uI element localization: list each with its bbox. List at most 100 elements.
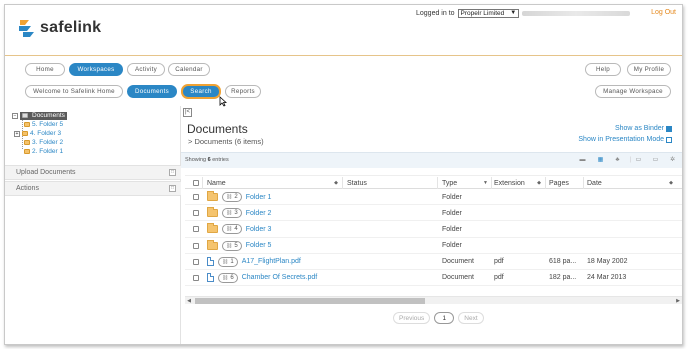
row-checkbox[interactable] xyxy=(193,270,199,286)
tree-item-folder-5[interactable]: 5. Folder 5 xyxy=(12,120,67,129)
next-page-button[interactable]: Next xyxy=(458,312,484,324)
reports-button[interactable]: Reports xyxy=(225,85,261,98)
tree-item-folder-1[interactable]: 2. Folder 1 xyxy=(12,147,67,156)
expand-icon[interactable]: □ xyxy=(169,169,176,176)
version-number: 6 xyxy=(230,274,234,281)
table-row[interactable]: ⛓ 3 Folder 2 Folder xyxy=(185,205,682,222)
document-name-link[interactable]: Folder 5 xyxy=(246,242,272,249)
horizontal-scrollbar[interactable]: ◀ ▶ xyxy=(185,296,682,304)
version-badge[interactable]: ⛓ 5 xyxy=(222,240,242,251)
checkbox[interactable] xyxy=(193,274,199,281)
row-checkbox[interactable] xyxy=(193,205,199,221)
activity-button[interactable]: Activity xyxy=(127,63,165,76)
row-checkbox[interactable] xyxy=(193,238,199,254)
folder-icon xyxy=(207,239,218,250)
tree-item-folder-2[interactable]: 3. Folder 2 xyxy=(12,138,67,147)
manage-workspace-button[interactable]: Manage Workspace xyxy=(595,85,671,98)
row-checkbox[interactable] xyxy=(193,189,199,205)
logo[interactable]: safelink xyxy=(17,17,101,39)
column-header-pages[interactable]: Pages xyxy=(549,176,583,190)
table-row[interactable]: ⛓ 6 Chamber Of Secrets.pdf Document pdf 182 p… xyxy=(185,270,682,287)
checkbox[interactable] xyxy=(193,242,199,249)
tree-root-label[interactable]: Documents xyxy=(20,111,67,120)
upload-documents-section[interactable]: Upload Documents □ xyxy=(5,165,181,180)
column-header-date[interactable]: Date ◆ xyxy=(587,176,677,190)
row-checkbox[interactable] xyxy=(193,254,199,270)
table-row[interactable]: ⛓ 1 A17_FlightPlan.pdf Document pdf 618 pa...… xyxy=(185,254,682,270)
version-number: 4 xyxy=(234,226,238,233)
show-as-binder-link[interactable]: Show as Binder xyxy=(615,125,672,132)
presentation-mode-link[interactable]: Show in Presentation Mode xyxy=(578,136,672,143)
welcome-home-button[interactable]: Welcome to Safelink Home xyxy=(25,85,123,98)
version-badge[interactable]: ⛓ 2 xyxy=(222,192,242,202)
documents-button[interactable]: Documents xyxy=(127,85,177,98)
select-all-checkbox[interactable] xyxy=(193,176,199,190)
tree-item-label[interactable]: 2. Folder 1 xyxy=(32,148,63,155)
document-name-link[interactable]: Folder 3 xyxy=(246,226,272,233)
column-header-type[interactable]: Type ▼ xyxy=(442,176,492,190)
checkbox[interactable] xyxy=(193,258,199,265)
tree-item-label[interactable]: 5. Folder 5 xyxy=(32,121,63,128)
help-button[interactable]: Help xyxy=(585,63,621,76)
previous-page-button[interactable]: Previous xyxy=(393,312,431,324)
document-name-link[interactable]: Chamber Of Secrets.pdf xyxy=(242,274,317,281)
checkbox[interactable] xyxy=(193,210,199,217)
gear-icon[interactable]: ✲ xyxy=(669,157,676,163)
tree-item-label[interactable]: 4. Folder 3 xyxy=(30,130,61,137)
tree-root[interactable]: − Documents xyxy=(12,111,67,120)
collapse-panel-button[interactable]: |< xyxy=(183,108,192,117)
home-button[interactable]: Home xyxy=(25,63,65,76)
grid-view-icon[interactable]: ▦ xyxy=(597,157,604,163)
search-button[interactable]: Search xyxy=(181,84,221,99)
actions-section[interactable]: Actions □ xyxy=(5,181,181,196)
expand-icon[interactable]: □ xyxy=(169,185,176,192)
date-cell: 24 Mar 2013 xyxy=(587,274,627,282)
breadcrumb: > Documents (6 items) xyxy=(188,137,264,146)
tree-item-folder-3[interactable]: + 4. Folder 3 xyxy=(12,129,67,138)
document-name-link[interactable]: Folder 1 xyxy=(246,194,272,201)
checkbox[interactable] xyxy=(193,194,199,200)
column-header-name[interactable]: Name ◆ xyxy=(207,176,342,190)
table-row[interactable]: ⛓ 4 Folder 3 Folder xyxy=(185,221,682,238)
version-badge[interactable]: ⛓ 3 xyxy=(222,208,242,219)
mouse-cursor-icon xyxy=(219,96,227,107)
document-name-link[interactable]: A17_FlightPlan.pdf xyxy=(242,258,301,265)
table-row[interactable]: ⛓ 2 Folder 1 Folder xyxy=(185,189,682,206)
scrollbar-thumb[interactable] xyxy=(195,298,425,304)
tree-view-icon[interactable]: ♣ xyxy=(614,157,621,163)
my-profile-button[interactable]: My Profile xyxy=(627,63,671,76)
type-cell: Folder xyxy=(442,225,462,233)
comment-icon[interactable]: ▭ xyxy=(635,157,642,163)
folder-icon xyxy=(207,223,218,234)
expand-icon[interactable]: + xyxy=(14,130,20,137)
monitor-icon[interactable]: ▭ xyxy=(652,157,659,163)
column-header-extension[interactable]: Extension ◆ xyxy=(494,176,545,190)
list-view-icon[interactable]: ▬ xyxy=(579,157,586,163)
current-page-button[interactable]: 1 xyxy=(434,312,455,324)
document-name-link[interactable]: Folder 2 xyxy=(246,210,272,217)
calendar-button[interactable]: Calendar xyxy=(168,63,210,76)
column-divider xyxy=(437,177,438,189)
logout-link[interactable]: Log Out xyxy=(651,9,676,16)
column-header-status[interactable]: Status xyxy=(347,176,437,190)
tree-item-label[interactable]: 3. Folder 2 xyxy=(32,139,63,146)
pagination: Previous 1 Next xyxy=(393,312,484,324)
workspaces-button[interactable]: Workspaces xyxy=(69,63,123,76)
sort-desc-icon[interactable]: ▼ xyxy=(483,180,488,186)
row-checkbox[interactable] xyxy=(193,221,199,237)
version-badge[interactable]: ⛓ 6 xyxy=(218,272,238,283)
type-cell: Folder xyxy=(442,242,462,250)
scroll-right-icon[interactable]: ▶ xyxy=(674,297,682,305)
link-icon: ⛓ xyxy=(226,242,233,249)
version-badge[interactable]: ⛓ 1 xyxy=(218,256,238,267)
scroll-left-icon[interactable]: ◀ xyxy=(185,297,193,305)
checkbox[interactable] xyxy=(193,226,199,233)
tenant-select[interactable]: Propelr Limited ▼ xyxy=(457,9,520,18)
table-row[interactable]: ⛓ 5 Folder 5 Folder xyxy=(185,238,682,254)
pdf-file-icon xyxy=(207,257,214,267)
collapse-icon[interactable]: − xyxy=(12,112,18,119)
sort-icon[interactable]: ◆ xyxy=(669,180,673,186)
sort-icon[interactable]: ◆ xyxy=(537,180,541,186)
sort-icon[interactable]: ◆ xyxy=(334,180,338,186)
version-badge[interactable]: ⛓ 4 xyxy=(222,224,242,235)
